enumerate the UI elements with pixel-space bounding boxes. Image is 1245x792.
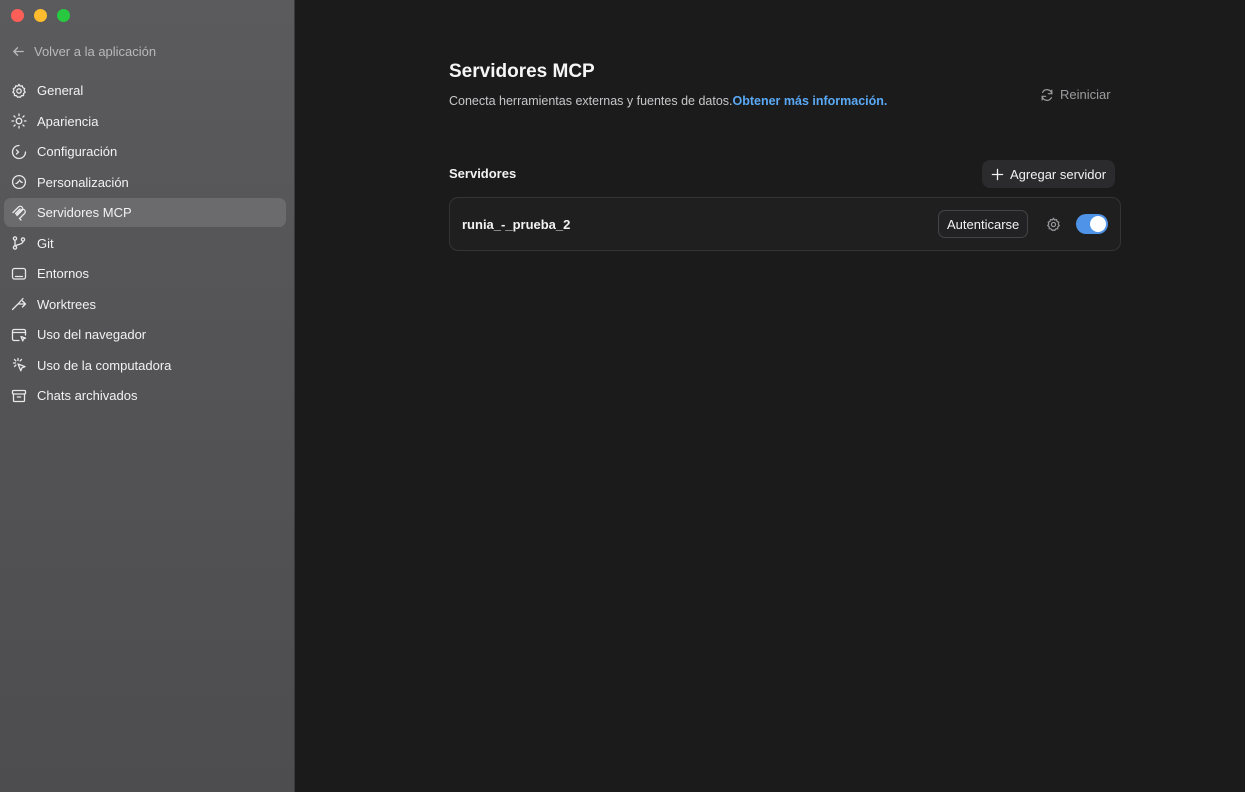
refresh-icon	[1041, 88, 1053, 101]
sidebar-item-uso-del-navegador[interactable]: Uso del navegador	[4, 320, 286, 349]
sidebar-item-chats-archivados[interactable]: Chats archivados	[4, 381, 286, 410]
shield-icon	[11, 144, 27, 159]
add-server-button[interactable]: Agregar servidor	[982, 160, 1116, 188]
sidebar-item-label: Configuración	[37, 144, 118, 159]
window-controls	[11, 9, 70, 22]
sidebar-item-label: Apariencia	[37, 113, 99, 129]
subtitle-text: Conecta herramientas externas y fuentes …	[449, 94, 733, 108]
settings-nav: General Apariencia Configuración Persona…	[4, 76, 286, 412]
sidebar-item-label: Uso del navegador	[37, 327, 147, 342]
zoom-window-button[interactable]	[57, 9, 70, 22]
minimize-window-button[interactable]	[34, 9, 47, 22]
restart-button[interactable]: Reiniciar	[1040, 87, 1111, 102]
toggle-knob	[1090, 216, 1106, 232]
main-panel: Servidores MCP Conecta herramientas exte…	[296, 0, 1245, 792]
sun-icon	[11, 113, 27, 129]
sidebar-item-label: Servidores MCP	[37, 205, 132, 220]
git-branch-icon	[12, 236, 26, 250]
sidebar-item-general[interactable]: General	[4, 76, 286, 105]
server-enabled-toggle[interactable]	[1076, 214, 1108, 234]
plus-icon	[991, 168, 1004, 180]
back-label: Volver a la aplicación	[34, 44, 157, 59]
browser-icon	[11, 328, 27, 342]
page-title: Servidores MCP	[449, 61, 595, 82]
page-subtitle: Conecta herramientas externas y fuentes …	[449, 94, 887, 108]
sidebar-item-servidores-mcp[interactable]: Servidores MCP	[4, 198, 286, 227]
sidebar-item-label: Git	[37, 235, 54, 251]
clock-icon	[11, 174, 27, 190]
worktree-icon	[11, 297, 27, 311]
monitor-icon	[11, 267, 27, 280]
sidebar-item-worktrees[interactable]: Worktrees	[4, 290, 286, 319]
servers-section-label: Servidores	[449, 166, 517, 181]
sidebar-item-entornos[interactable]: Entornos	[4, 259, 286, 288]
sidebar-item-label: Chats archivados	[37, 388, 138, 403]
sidebar-item-label: Worktrees	[37, 296, 96, 312]
sidebar-item-label: Personalización	[37, 174, 129, 190]
learn-more-link[interactable]: Obtener más información.	[733, 94, 888, 108]
sidebar-item-label: Uso de la computadora	[37, 357, 172, 373]
sidebar-item-git[interactable]: Git	[4, 229, 286, 258]
server-settings-gear-icon[interactable]	[1046, 217, 1061, 232]
close-window-button[interactable]	[11, 9, 24, 22]
sidebar-item-uso-de-la-computadora[interactable]: Uso de la computadora	[4, 351, 286, 380]
server-row: runia_-_prueba_2 Autenticarse	[449, 197, 1121, 251]
gear-icon	[12, 82, 26, 98]
sidebar-item-configuracion[interactable]: Configuración	[4, 137, 286, 166]
mcp-icon	[12, 205, 26, 221]
sidebar-item-label: Entornos	[37, 266, 90, 281]
arrow-left-icon	[13, 47, 24, 56]
add-server-label: Agregar servidor	[1010, 166, 1107, 182]
cursor-icon	[12, 357, 26, 372]
sidebar-item-label: General	[37, 83, 84, 98]
sidebar-item-apariencia[interactable]: Apariencia	[4, 107, 286, 136]
sidebar: Volver a la aplicación General Aparienci…	[0, 0, 295, 792]
archive-icon	[11, 389, 27, 402]
back-to-app-link[interactable]: Volver a la aplicación	[11, 44, 156, 59]
authenticate-button[interactable]: Autenticarse	[938, 210, 1029, 238]
server-name: runia_-_prueba_2	[462, 217, 571, 232]
sidebar-item-personalizacion[interactable]: Personalización	[4, 168, 286, 197]
restart-label: Reiniciar	[1060, 87, 1111, 102]
